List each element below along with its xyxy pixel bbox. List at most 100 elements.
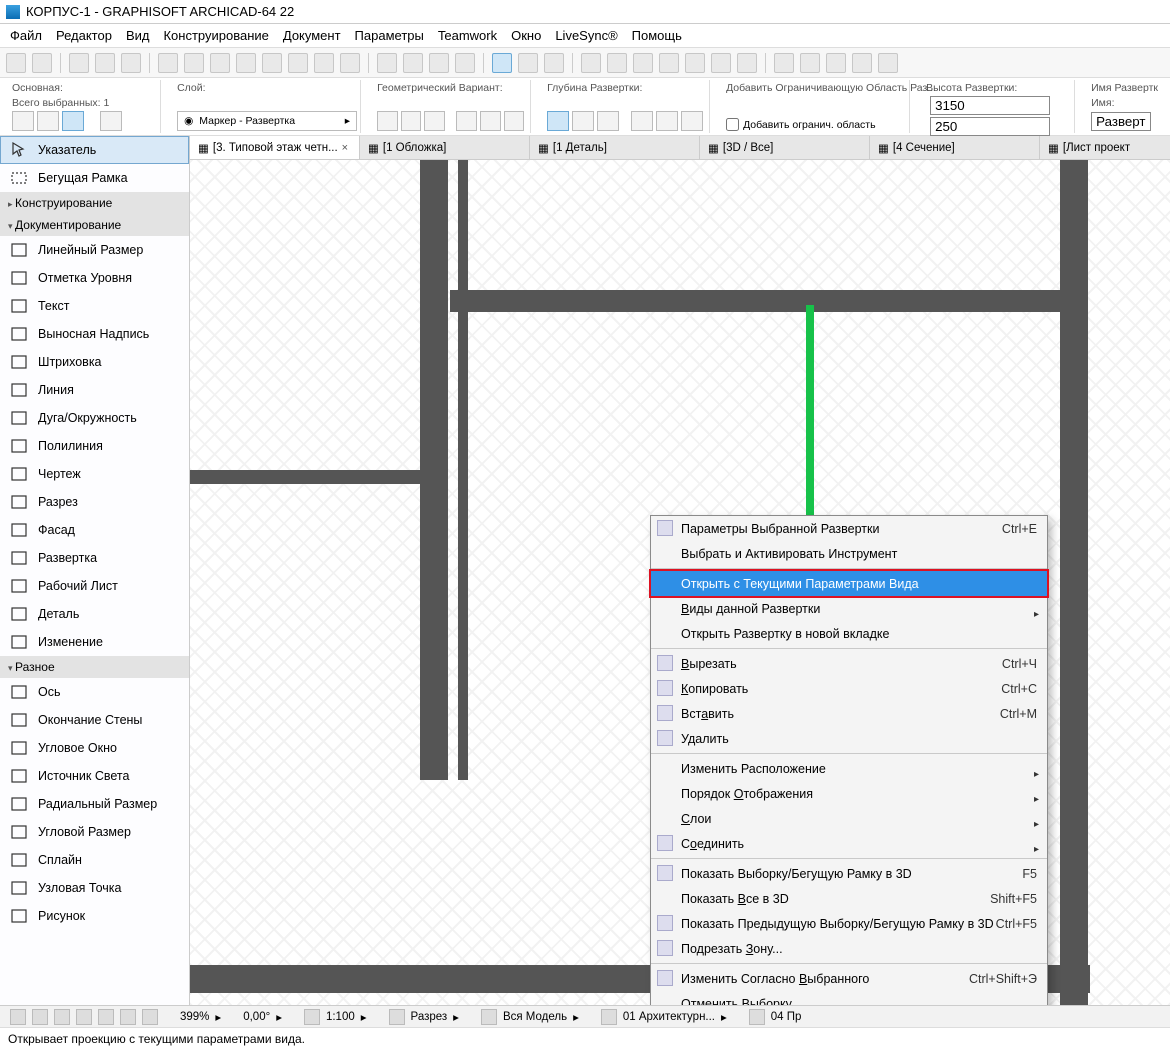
tool-изменение[interactable]: Изменение (0, 628, 189, 656)
trace-icon[interactable] (455, 53, 475, 73)
nav-prev-icon[interactable] (10, 1009, 26, 1025)
tool-дуга/окружность[interactable]: Дуга/Окружность (0, 404, 189, 432)
tool-штриховка[interactable]: Штриховка (0, 348, 189, 376)
tab-close-icon[interactable]: × (342, 142, 348, 154)
ctx-показать-все-в-3d[interactable]: Показать Все в 3DShift+F5 (651, 886, 1047, 911)
tool-ось[interactable]: Ось (0, 678, 189, 706)
tab-4сечение[interactable]: ▦[4 Сечение] (870, 136, 1040, 159)
status-angle[interactable]: 0,00° (243, 1011, 270, 1023)
tool-marquee[interactable]: Бегущая Рамка (0, 164, 189, 192)
trim-icon[interactable] (607, 53, 627, 73)
tool-угловое-окно[interactable]: Угловое Окно (0, 734, 189, 762)
ctx-открыть-с-текущими-параметрами-вида[interactable]: Открыть с Текущими Параметрами Вида (651, 571, 1047, 596)
tab-1обложка[interactable]: ▦[1 Обложка] (360, 136, 530, 159)
status-model[interactable]: Вся Модель (503, 1011, 567, 1023)
dimxy-icon[interactable] (544, 53, 564, 73)
depth-1-button[interactable] (547, 111, 569, 131)
snap2-icon[interactable] (262, 53, 282, 73)
mode-b-button[interactable] (37, 111, 59, 131)
layer-icon[interactable] (852, 53, 872, 73)
tool-фасад[interactable]: Фасад (0, 516, 189, 544)
ctx-копировать[interactable]: КопироватьCtrl+C (651, 676, 1047, 701)
tool-угловой-размер[interactable]: Угловой Размер (0, 818, 189, 846)
tool-узловая-точка[interactable]: Узловая Точка (0, 874, 189, 902)
tab-1деталь[interactable]: ▦[1 Деталь] (530, 136, 700, 159)
tool-отметка-уровня[interactable]: Отметка Уровня (0, 264, 189, 292)
tab-листпроект[interactable]: ▦[Лист проект (1040, 136, 1170, 159)
measure-icon[interactable] (95, 53, 115, 73)
ctx-вставить[interactable]: ВставитьCtrl+M (651, 701, 1047, 726)
ctx-подрезать-зону-[interactable]: Подрезать Зону... (651, 936, 1047, 961)
menu-помощь[interactable]: Помощь (632, 28, 682, 43)
status-zoom[interactable]: 399% (180, 1011, 209, 1023)
nav-next-icon[interactable] (32, 1009, 48, 1025)
menu-файл[interactable]: Файл (10, 28, 42, 43)
ruler-icon[interactable] (158, 53, 178, 73)
pick-icon[interactable] (69, 53, 89, 73)
geom-5-button[interactable] (480, 111, 501, 131)
zoom-out-icon[interactable] (142, 1009, 158, 1025)
ungroup-icon[interactable] (800, 53, 820, 73)
tool-текст[interactable]: Текст (0, 292, 189, 320)
offset-icon[interactable] (737, 53, 757, 73)
fillet-icon[interactable] (659, 53, 679, 73)
mirror-icon[interactable] (711, 53, 731, 73)
rotrect-icon[interactable] (429, 53, 449, 73)
toggle-a-icon[interactable] (492, 53, 512, 73)
status-mode[interactable]: Разрез (411, 1011, 448, 1023)
depth-6-button[interactable] (681, 111, 703, 131)
menu-livesync®[interactable]: LiveSync® (555, 28, 617, 43)
ortho-icon[interactable] (210, 53, 230, 73)
tool-линейный-размер[interactable]: Линейный Размер (0, 236, 189, 264)
menu-конструирование[interactable]: Конструирование (163, 28, 268, 43)
ctx-отменить-выборку[interactable]: Отменить Выборку (651, 991, 1047, 1005)
group-icon[interactable] (774, 53, 794, 73)
depth-5-button[interactable] (656, 111, 678, 131)
move-handle-button[interactable] (100, 111, 122, 131)
menubar[interactable]: ФайлРедакторВидКонструированиеДокументПа… (0, 24, 1170, 48)
tool-полилиния[interactable]: Полилиния (0, 432, 189, 460)
menu-вид[interactable]: Вид (126, 28, 150, 43)
depth-2-button[interactable] (572, 111, 594, 131)
tool-окончание-стены[interactable]: Окончание Стены (0, 706, 189, 734)
tool-pointer[interactable]: Указатель (0, 136, 189, 164)
menu-параметры[interactable]: Параметры (355, 28, 424, 43)
wand-icon[interactable] (121, 53, 141, 73)
ctx-параметры-выбранной-развертки[interactable]: Параметры Выбранной РазверткиCtrl+E (651, 516, 1047, 541)
menu-документ[interactable]: Документ (283, 28, 341, 43)
ctx-изменить-согласно-выбранного[interactable]: Изменить Согласно ВыбранногоCtrl+Shift+Э (651, 966, 1047, 991)
tool-выносная-надпись[interactable]: Выносная Надпись (0, 320, 189, 348)
height-bot-input[interactable] (930, 117, 1050, 136)
mode-a-button[interactable] (12, 111, 34, 131)
redo-icon[interactable] (32, 53, 52, 73)
toolbox-header-documentation[interactable]: Документирование (0, 214, 189, 236)
zoom-fit-icon[interactable] (54, 1009, 70, 1025)
undo-icon[interactable] (6, 53, 26, 73)
extend-icon[interactable] (633, 53, 653, 73)
menu-окно[interactable]: Окно (511, 28, 541, 43)
drawing-canvas[interactable]: Параметры Выбранной РазверткиCtrl+EВыбра… (190, 160, 1170, 1005)
depth-3-button[interactable] (597, 111, 619, 131)
tool-источник-света[interactable]: Источник Света (0, 762, 189, 790)
ctx-слои[interactable]: Слои (651, 806, 1047, 831)
name-input[interactable] (1091, 112, 1151, 131)
dim12-icon[interactable] (518, 53, 538, 73)
depth-4-button[interactable] (631, 111, 653, 131)
toolbox-header-construction[interactable]: Конструирование (0, 192, 189, 214)
status-sheet[interactable]: 04 Пр (771, 1011, 802, 1023)
layer-selector[interactable]: ◉ Маркер - Развертка ▸ (177, 111, 357, 131)
ctx-открыть-развертку-в-новой-вкладке[interactable]: Открыть Развертку в новой вкладке (651, 621, 1047, 646)
geom-3-button[interactable] (424, 111, 445, 131)
snap3-icon[interactable] (314, 53, 334, 73)
ctx-удалить[interactable]: Удалить (651, 726, 1047, 751)
snap1-icon[interactable] (236, 53, 256, 73)
ctx-показать-выборку-бегущую-рамку-в-3d[interactable]: Показать Выборку/Бегущую Рамку в 3DF5 (651, 861, 1047, 886)
tab-3dвсе[interactable]: ▦[3D / Все] (700, 136, 870, 159)
zoom-window-icon[interactable] (98, 1009, 114, 1025)
status-scale[interactable]: 1:100 (326, 1011, 355, 1023)
mode-c-button[interactable] (62, 111, 84, 131)
ctx-изменить-расположение[interactable]: Изменить Расположение (651, 756, 1047, 781)
geom-1-button[interactable] (377, 111, 398, 131)
tool-рисунок[interactable]: Рисунок (0, 902, 189, 930)
tool-рабочий-лист[interactable]: Рабочий Лист (0, 572, 189, 600)
